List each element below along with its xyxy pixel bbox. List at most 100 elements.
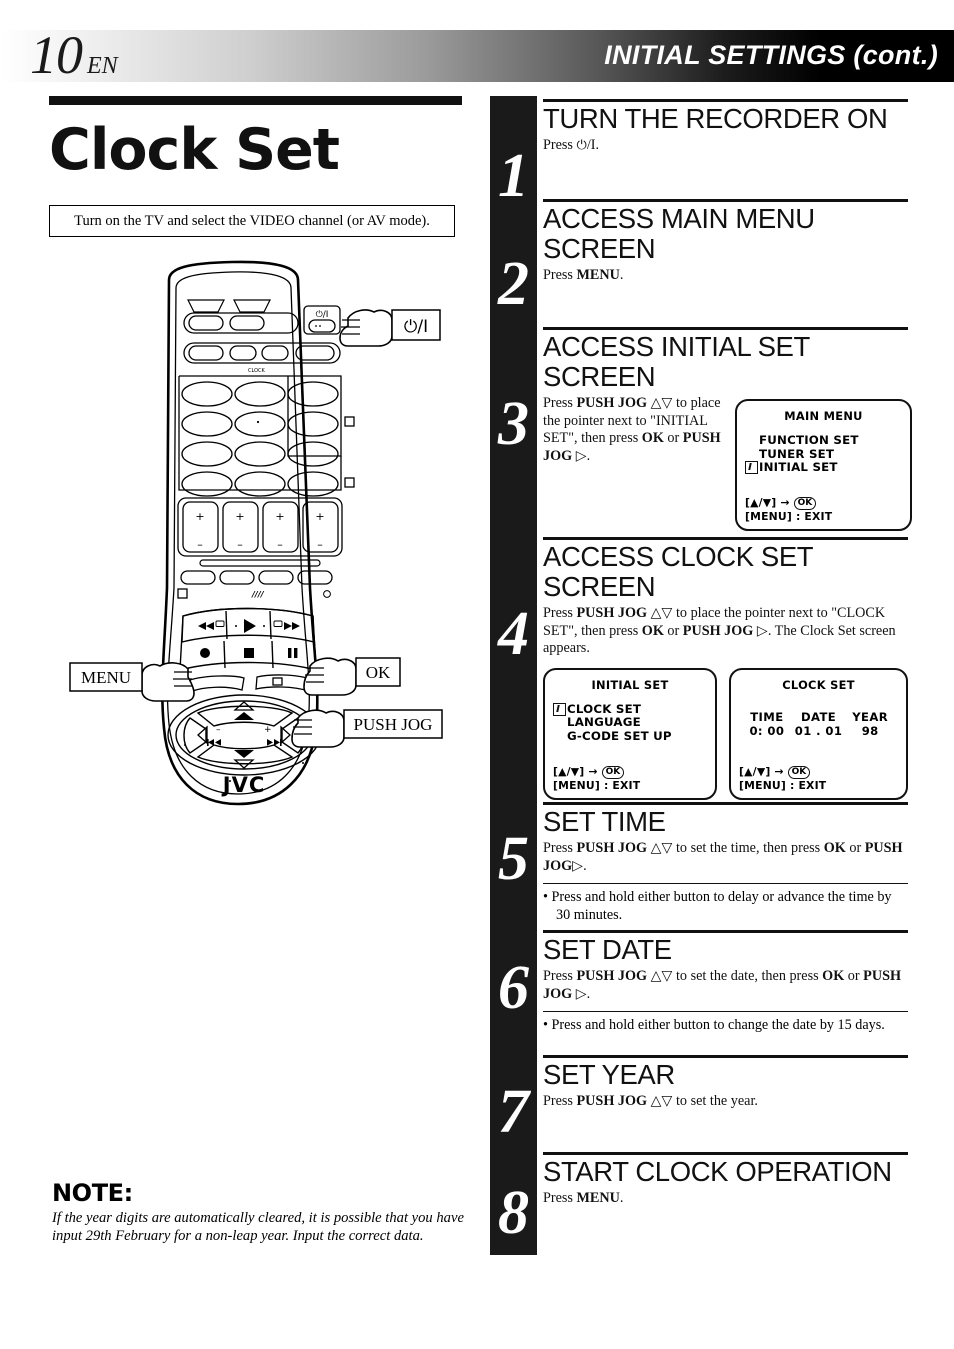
osd-item-label: INITIAL SET xyxy=(759,460,838,474)
step-8-heading: START CLOCK OPERATION xyxy=(543,1156,892,1187)
osd-column-label: DATE xyxy=(800,709,837,724)
osd-item-list: CLOCK SET LANGUAGE G-CODE SET UP xyxy=(545,701,715,744)
step-rule xyxy=(543,1055,908,1058)
step-rule xyxy=(543,327,908,330)
step-5-bullet: • Press and hold either button to delay … xyxy=(543,889,892,923)
osd-footer: [▲/▼] → OK [MENU] : EXIT xyxy=(745,496,832,523)
svg-text:+: + xyxy=(235,510,244,523)
pointer-cursor-icon xyxy=(745,461,758,477)
osd-column-value: 98 xyxy=(861,723,879,738)
title-rule xyxy=(49,96,462,105)
osd-title: INITIAL SET xyxy=(591,677,669,692)
step-divider xyxy=(543,1011,908,1012)
step-5-bullet-text: Press and hold either button to delay or… xyxy=(551,889,892,923)
osd-footer-exit: [MENU] : EXIT xyxy=(739,778,827,792)
svg-text:⏻/I: ⏻/I xyxy=(404,317,428,337)
svg-text:–: – xyxy=(197,538,203,551)
step-number-6: 6 xyxy=(498,954,529,1022)
step-3-body: Press PUSH JOG △▽ to place the pointer n… xyxy=(543,395,721,464)
osd-initial-set: INITIAL SET CLOCK SET LANGUAGE G-CODE SE… xyxy=(543,667,718,800)
osd-pair: INITIAL SET CLOCK SET LANGUAGE G-CODE SE… xyxy=(543,667,908,800)
osd-item-list: FUNCTION SET TUNER SET INITIAL SET xyxy=(737,433,910,477)
step-rule xyxy=(543,802,908,805)
osd-item-label: LANGUAGE xyxy=(567,715,641,729)
step-number-3: 3 xyxy=(498,390,529,458)
step-2: ACCESS MAIN MENU SCREEN Press MENU. xyxy=(543,199,908,285)
osd-main-menu: MAIN MENU FUNCTION SET TUNER SET INITIAL… xyxy=(735,399,912,531)
step-number-8: 8 xyxy=(498,1179,529,1247)
section-title: INITIAL SETTINGS (cont.) xyxy=(604,40,938,70)
intro-text: Turn on the TV and select the VIDEO chan… xyxy=(74,212,430,229)
language-code: EN xyxy=(87,53,118,79)
step-6-heading: SET DATE xyxy=(543,934,672,965)
osd-footer-nav: [▲/▼] → xyxy=(745,496,790,509)
osd-item-label: CLOCK SET xyxy=(567,701,642,716)
step-rule xyxy=(543,1152,908,1155)
step-5-heading: SET TIME xyxy=(543,806,666,837)
step-2-body: Press MENU. xyxy=(543,267,624,283)
step-8-body: Press MENU. xyxy=(543,1190,624,1206)
page-number: 10 xyxy=(30,25,83,85)
step-rule xyxy=(543,99,908,102)
step-number-1: 1 xyxy=(498,142,529,210)
step-rule xyxy=(543,199,908,202)
svg-text:–: – xyxy=(277,538,283,551)
callout-menu-label: MENU xyxy=(81,668,131,687)
osd-column-year: YEAR 98 xyxy=(844,710,896,738)
step-6-bullet: • Press and hold either button to change… xyxy=(543,1017,885,1033)
step-number-bar: 1 2 3 4 5 6 7 8 xyxy=(490,96,537,1255)
osd-item: LANGUAGE xyxy=(567,715,715,730)
step-7-body: Press PUSH JOG △▽ to set the year. xyxy=(543,1093,758,1109)
step-4-heading: ACCESS CLOCK SET SCREEN xyxy=(543,541,813,602)
ok-icon: OK xyxy=(793,497,817,510)
osd-title: MAIN MENU xyxy=(784,409,863,423)
osd-footer-nav: [▲/▼] → xyxy=(553,764,598,778)
step-rule xyxy=(543,537,908,540)
svg-text:+: + xyxy=(195,510,204,523)
osd-column-value: 0: 00 xyxy=(749,723,785,738)
osd-column-label: TIME xyxy=(750,709,784,724)
step-1-heading: TURN THE RECORDER ON xyxy=(543,103,888,134)
osd-footer: [▲/▼] → OK [MENU] : EXIT xyxy=(739,765,826,792)
step-divider xyxy=(543,883,908,884)
svg-text:⏻/I: ⏻/I xyxy=(316,309,329,320)
step-3-heading: ACCESS INITIAL SET SCREEN xyxy=(543,331,810,392)
step-4-body: Press PUSH JOG △▽ to place the pointer n… xyxy=(543,605,896,656)
osd-footer-exit: [MENU] : EXIT xyxy=(553,778,641,792)
svg-text:+: + xyxy=(315,510,324,523)
page-title: Clock Set xyxy=(49,117,340,183)
svg-text:////: //// xyxy=(251,590,265,599)
step-1: TURN THE RECORDER ON Press ⏻/I. xyxy=(543,99,908,155)
step-4: ACCESS CLOCK SET SCREEN Press PUSH JOG △… xyxy=(543,537,908,800)
step-number-5: 5 xyxy=(498,825,529,893)
power-icon: ⏻ xyxy=(576,138,587,153)
step-rule xyxy=(543,930,908,933)
osd-column-value: 01 . 01 xyxy=(794,723,843,738)
osd-column-date: DATE 01 . 01 xyxy=(793,710,845,738)
osd-column-time: TIME 0: 00 xyxy=(741,710,793,738)
pointer-cursor-icon xyxy=(553,702,566,719)
step-6-bullet-text: Press and hold either button to change t… xyxy=(551,1017,885,1033)
osd-item-label: TUNER SET xyxy=(759,446,835,461)
step-number-4: 4 xyxy=(498,600,529,668)
intro-box: Turn on the TV and select the VIDEO chan… xyxy=(49,205,455,237)
osd-clock-columns: TIME 0: 00 DATE 01 . 01 YEAR 98 xyxy=(731,710,906,738)
remote-control-illustration: ⏻/I CLOCK + + + + – – – – //// – + JVC ⏻… xyxy=(48,258,468,818)
osd-item-selected: CLOCK SET xyxy=(553,701,715,717)
callout-ok-label: OK xyxy=(366,663,391,682)
step-8: START CLOCK OPERATION Press MENU. xyxy=(543,1152,908,1208)
ok-icon: OK xyxy=(787,765,811,779)
page-number-group: 10 EN xyxy=(30,28,118,84)
osd-item: TUNER SET xyxy=(759,446,910,462)
osd-column-label: YEAR xyxy=(852,709,889,724)
step-1-body: Press ⏻/I. xyxy=(543,137,600,153)
step-7: SET YEAR Press PUSH JOG △▽ to set the ye… xyxy=(543,1055,908,1111)
step-6: SET DATE Press PUSH JOG △▽ to set the da… xyxy=(543,930,908,1035)
callout-push-jog-label: PUSH JOG xyxy=(354,715,433,734)
osd-item-label: FUNCTION SET xyxy=(759,433,859,447)
left-column: Clock Set Turn on the TV and select the … xyxy=(49,96,462,237)
svg-text:JVC: JVC xyxy=(221,773,265,797)
svg-text:CLOCK: CLOCK xyxy=(248,368,266,374)
step-3: ACCESS INITIAL SET SCREEN Press PUSH JOG… xyxy=(543,327,912,531)
osd-clock-set: CLOCK SET TIME 0: 00 DATE 01 . 01 YEAR 9… xyxy=(729,667,908,800)
